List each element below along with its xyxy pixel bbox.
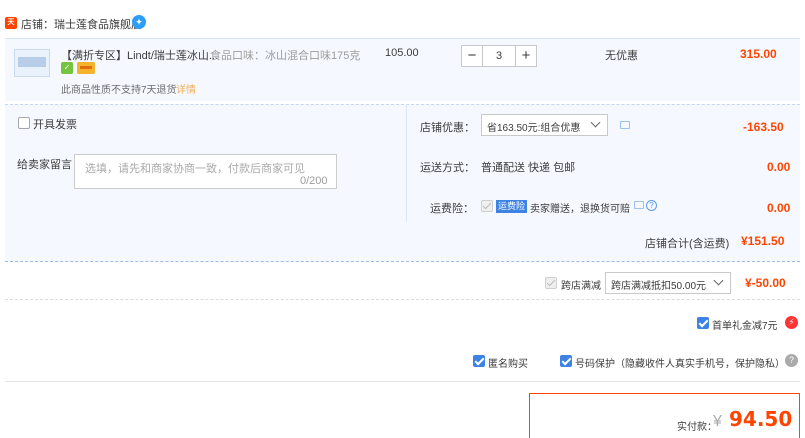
unit-price: 105.00	[385, 47, 419, 59]
section-divider	[5, 381, 800, 382]
help-icon[interactable]: ?	[646, 200, 657, 211]
shop-total-value: ¥151.50	[741, 234, 785, 248]
cross-shop-label: 跨店满减	[561, 281, 601, 292]
product-attribute: 食品口味：冰山混合口味175克	[210, 50, 361, 62]
anonymous-label: 匿名购买	[488, 359, 528, 370]
first-order-label: 首单礼金减7元	[712, 321, 778, 332]
invoice-label: 开具发票	[33, 119, 77, 131]
shop-discount-value: -163.50	[743, 120, 784, 134]
card-badge-icon	[77, 62, 95, 74]
item-subtotal: 315.00	[740, 47, 777, 61]
options-divider	[406, 104, 407, 222]
payment-amount: 94.50	[729, 407, 793, 431]
insurance-label: 运费险：	[430, 203, 474, 215]
return-policy-details-link[interactable]: 详情	[176, 81, 196, 96]
help-icon[interactable]: ?	[785, 354, 798, 367]
first-order-checkbox[interactable]	[697, 317, 709, 329]
lightning-icon: ⚡	[785, 316, 798, 329]
insurance-value: 0.00	[767, 201, 791, 215]
wangwang-chat-icon[interactable]: ✦	[132, 15, 146, 29]
shipping-label: 运送方式：	[420, 162, 475, 174]
quantity-input[interactable]: 3	[483, 45, 515, 67]
invoice-checkbox[interactable]	[18, 117, 30, 129]
product-thumbnail-image	[18, 57, 46, 67]
shop-total-label: 店铺合计(含运费)	[645, 238, 730, 250]
quantity-plus-button[interactable]: +	[515, 45, 537, 67]
message-char-count: 0/200	[300, 175, 328, 187]
phone-protect-label: 号码保护（隐藏收件人真实手机号，保护隐私）	[575, 359, 785, 370]
anonymous-checkbox[interactable]	[473, 355, 485, 367]
return-policy-note: 此商品性质不支持7天退货	[61, 85, 177, 96]
quantity-minus-button[interactable]: −	[461, 45, 483, 67]
payment-label: 实付款：	[677, 422, 717, 433]
shop-discount-label: 店铺优惠：	[420, 122, 475, 134]
insurance-tag: 运费险	[496, 200, 528, 213]
insurance-checkbox	[481, 200, 493, 212]
shop-discount-selected: 省163.50元:组合优惠	[487, 123, 581, 134]
cross-shop-value: ¥-50.00	[745, 276, 786, 290]
shipping-method: 普通配送 快递 包邮	[481, 162, 576, 174]
insurance-description: 卖家赠送，退换货可赔	[530, 204, 630, 215]
tmall-shop-icon: 天猫	[5, 17, 17, 38]
quantity-stepper: − 3 +	[461, 45, 537, 67]
cross-shop-checkbox	[545, 277, 557, 289]
phone-protect-checkbox[interactable]	[560, 355, 572, 367]
comment-icon[interactable]	[634, 201, 644, 209]
shop-name-link[interactable]: 店铺：瑞士莲食品旗舰店	[21, 16, 142, 32]
comment-icon[interactable]	[620, 121, 630, 129]
payment-currency: ¥	[713, 413, 722, 430]
service-badge-icon: ✓	[61, 62, 73, 74]
item-promotion: 无优惠	[605, 50, 638, 62]
cross-shop-selected: 跨店满减抵扣50.00元	[611, 281, 707, 292]
seller-message-placeholder: 选填，请先和商家协商一致，付款后商家可见	[85, 163, 305, 175]
shipping-value: 0.00	[767, 160, 791, 174]
product-title-link[interactable]: 【满折专区】Lindt/瑞士莲冰山...	[61, 47, 218, 63]
